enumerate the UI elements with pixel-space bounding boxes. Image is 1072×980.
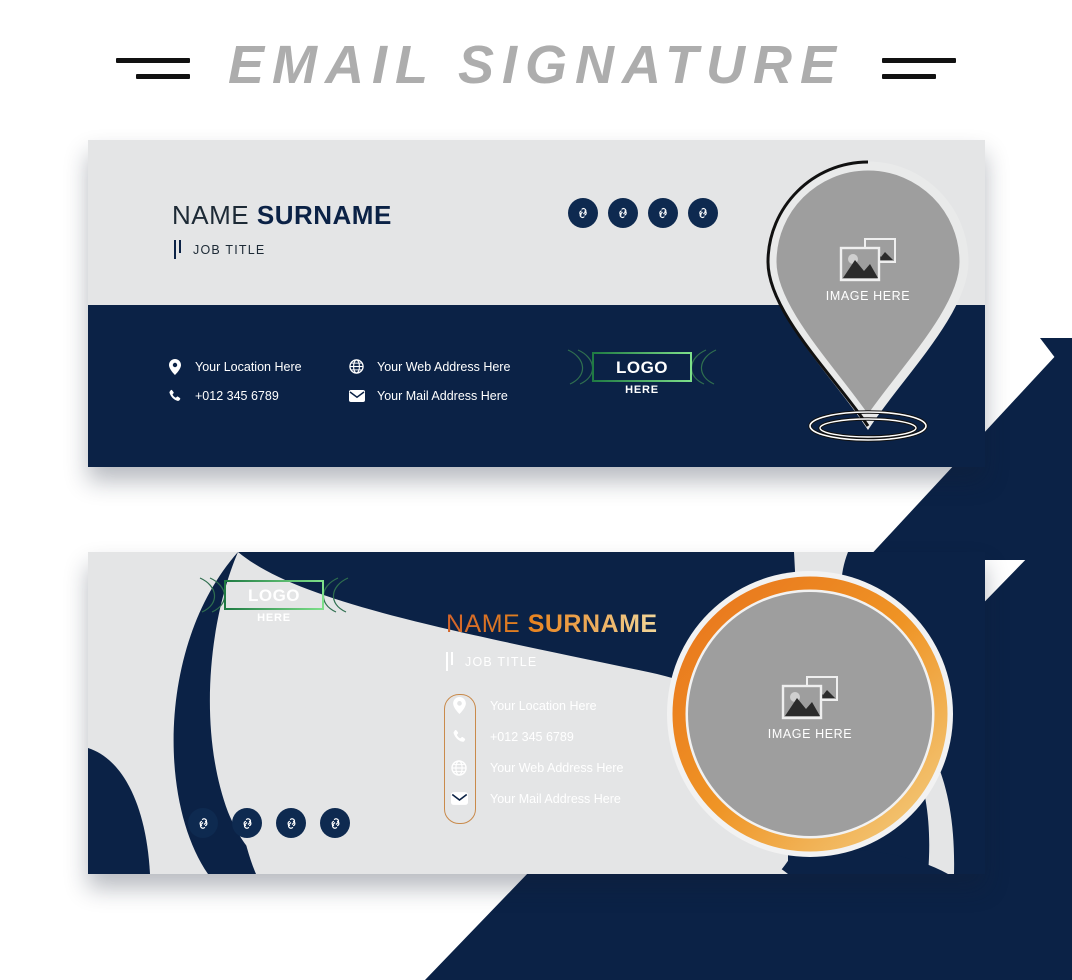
card-2-name-last: SURNAME	[527, 610, 658, 638]
link-icon	[199, 817, 207, 829]
card-1-name-last: SURNAME	[256, 200, 392, 230]
card-2-contact-list: Your Location Here +012 345 6789 Your We…	[444, 697, 624, 806]
link-icon	[331, 817, 339, 829]
card-1-job-title-row: JOB TITLE	[174, 240, 265, 259]
contact-mail-text: Your Mail Address Here	[490, 791, 621, 806]
map-pin-shape	[766, 160, 969, 442]
social-link-3-button[interactable]	[648, 198, 678, 228]
phone-icon	[166, 389, 183, 403]
contact-web-text: Your Web Address Here	[490, 760, 624, 775]
logo-text: LOGO	[615, 357, 669, 377]
contact-web[interactable]: Your Web Address Here	[348, 352, 548, 381]
page-heading: EMAIL SIGNATURE	[0, 28, 1072, 102]
image-placeholder-icon	[781, 676, 838, 720]
heading-dashes-left	[114, 42, 202, 88]
card-1-job-title: JOB TITLE	[193, 242, 266, 257]
contact-phone-text: +012 345 6789	[195, 388, 279, 403]
card-1-name-first: NAME	[172, 200, 250, 230]
location-pin-icon	[444, 697, 474, 714]
card-2-image-placeholder-label: IMAGE HERE	[767, 727, 853, 741]
contact-mail[interactable]: Your Mail Address Here	[444, 791, 623, 806]
contact-mail-text: Your Mail Address Here	[377, 388, 508, 403]
phone-icon	[444, 729, 474, 744]
social-link-1-button[interactable]	[188, 808, 218, 838]
social-link-2-button[interactable]	[608, 198, 638, 228]
card-1-name: NAME SURNAME	[172, 202, 392, 228]
contact-web[interactable]: Your Web Address Here	[444, 759, 624, 776]
dash-left-top	[115, 58, 190, 63]
image-placeholder-icon	[839, 238, 896, 282]
envelope-icon	[348, 389, 365, 402]
job-title-bars-icon	[446, 652, 453, 671]
card-1-image-placeholder-label: IMAGE HERE	[825, 289, 911, 303]
contact-phone-text: +012 345 6789	[490, 729, 574, 744]
card-1-logo[interactable]: LOGO HERE	[567, 349, 717, 396]
link-icon	[243, 817, 251, 829]
globe-icon	[444, 759, 474, 776]
card-1-image-placeholder-content: IMAGE HERE	[760, 238, 976, 303]
card-2-name-first: NAME	[446, 610, 521, 638]
card-2-social-row	[188, 808, 350, 838]
contact-location[interactable]: Your Location Here	[444, 697, 623, 714]
globe-icon	[348, 359, 365, 374]
page-title: EMAIL SIGNATURE	[227, 35, 845, 95]
link-icon	[287, 817, 295, 829]
dash-right-top	[882, 58, 957, 63]
social-link-1-button[interactable]	[568, 198, 598, 228]
card-1-contact-grid: Your Location Here Your Web Address Here	[166, 352, 596, 410]
contact-phone[interactable]: +012 345 6789	[166, 381, 336, 410]
contact-phone[interactable]: +012 345 6789	[444, 729, 623, 744]
card-1-social-row	[568, 198, 718, 228]
social-link-2-button[interactable]	[232, 808, 262, 838]
logo-box: LOGO	[224, 580, 324, 610]
card-2-image-placeholder-content: IMAGE HERE	[660, 676, 960, 741]
card-2-name: NAME SURNAME	[446, 612, 658, 637]
social-link-4-button[interactable]	[320, 808, 350, 838]
link-icon	[699, 208, 707, 218]
link-icon	[659, 208, 667, 218]
contact-location-text: Your Location Here	[490, 698, 597, 713]
logo-box: LOGO	[592, 352, 692, 382]
email-signature-card-2: LOGO HERE NAME SURNAME JOB TITLE Your Lo…	[88, 552, 985, 874]
contact-web-text: Your Web Address Here	[377, 359, 511, 374]
social-link-3-button[interactable]	[276, 808, 306, 838]
card-1-image-placeholder[interactable]: IMAGE HERE	[760, 158, 976, 448]
contact-location[interactable]: Your Location Here	[166, 352, 336, 381]
job-title-bars-icon	[174, 240, 181, 259]
contact-mail[interactable]: Your Mail Address Here	[348, 381, 548, 410]
design-canvas: EMAIL SIGNATURE NAME SURNAME JOB TITLE Y…	[0, 0, 1072, 980]
link-icon	[579, 208, 587, 218]
dash-right-bottom	[882, 74, 937, 79]
envelope-icon	[444, 792, 474, 805]
location-pin-icon	[166, 358, 183, 375]
heading-dashes-right	[870, 42, 958, 88]
link-icon	[619, 208, 627, 218]
card-2-job-title: JOB TITLE	[465, 654, 538, 669]
contact-location-text: Your Location Here	[195, 359, 302, 374]
card-2-job-title-row: JOB TITLE	[446, 652, 537, 671]
social-link-4-button[interactable]	[688, 198, 718, 228]
logo-text: LOGO	[247, 585, 301, 605]
card-2-image-placeholder[interactable]: IMAGE HERE	[660, 564, 960, 864]
dash-left-bottom	[135, 74, 190, 79]
card-2-logo[interactable]: LOGO HERE	[199, 577, 349, 624]
